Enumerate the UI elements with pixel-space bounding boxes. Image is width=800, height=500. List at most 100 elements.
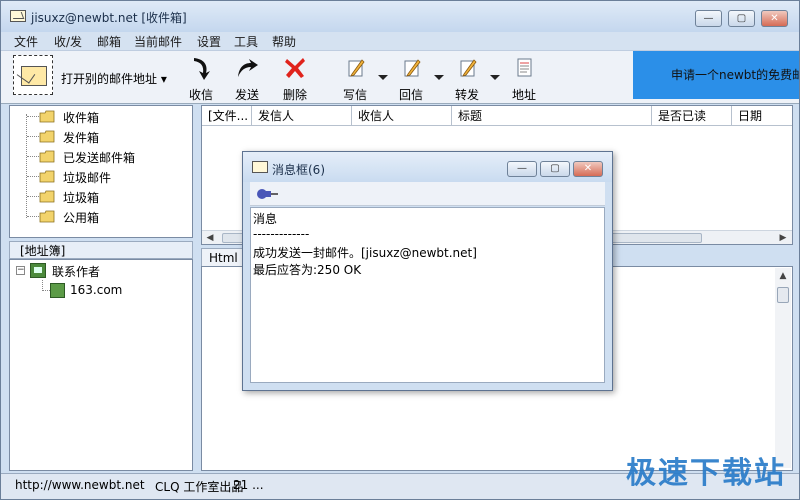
- folder-inbox[interactable]: 收件箱: [18, 108, 168, 126]
- delete-x-icon: [285, 58, 305, 78]
- scroll-thumb[interactable]: [777, 287, 789, 303]
- menu-current-mail[interactable]: 当前邮件: [134, 33, 182, 50]
- message-dialog: 消息框(6) — ▢ ✕ 消息 ------------- 成功发送一封邮件。[…: [242, 151, 613, 391]
- dialog-line: 消息: [253, 212, 278, 226]
- dialog-title-bar: 消息框(6) — ▢ ✕: [243, 152, 612, 182]
- column-folder[interactable]: [文件...: [202, 106, 252, 126]
- address-button[interactable]: 地址: [504, 55, 544, 102]
- column-recipient[interactable]: 收信人: [352, 106, 452, 126]
- send-arrow-icon: [238, 59, 258, 77]
- dialog-mail-icon: [252, 161, 268, 173]
- dialog-line: 成功发送一封邮件。[jisuxz@newbt.net]: [253, 246, 477, 260]
- dialog-title: 消息框(6): [272, 163, 325, 177]
- reply-pencil-icon: [404, 59, 421, 77]
- delete-label: 删除: [282, 88, 307, 102]
- toolbar: 打开别的邮件地址 ▾ 收信 发送 删除 写信 回信 转发 地址 申请一个newb…: [1, 50, 799, 104]
- tree-branch: [42, 290, 50, 291]
- open-address-envelope-icon[interactable]: [13, 55, 53, 95]
- title-bar: jisuxz@newbt.net [收件箱] — ▢ ✕: [1, 1, 799, 32]
- scroll-right-arrow-icon[interactable]: ▶: [777, 232, 789, 244]
- forward-pencil-icon: [460, 59, 477, 77]
- contact-group-icon: [30, 263, 46, 278]
- status-url: http://www.newbt.net: [15, 478, 145, 492]
- address-book-icon: [517, 58, 532, 77]
- scroll-left-arrow-icon[interactable]: ◀: [204, 232, 216, 244]
- tree-branch: [27, 216, 39, 217]
- folder-icon: [39, 190, 55, 203]
- receive-button[interactable]: 收信: [181, 55, 221, 102]
- folder-icon: [39, 170, 55, 183]
- column-subject[interactable]: 标题: [452, 106, 652, 126]
- minimize-button[interactable]: —: [695, 10, 722, 27]
- folder-icon: [39, 210, 55, 223]
- compose-dropdown-arrow-icon[interactable]: [378, 75, 388, 80]
- reply-button[interactable]: 回信: [391, 55, 431, 102]
- status-studio: CLQ 工作室出品: [155, 480, 244, 494]
- delete-button[interactable]: 删除: [275, 55, 315, 102]
- scroll-up-arrow-icon[interactable]: ▲: [777, 271, 789, 281]
- tree-branch: [27, 196, 39, 197]
- dialog-close-button[interactable]: ✕: [573, 161, 603, 177]
- tree-branch: [27, 116, 39, 117]
- close-button[interactable]: ✕: [761, 10, 788, 27]
- folder-label: 收件箱: [63, 111, 100, 125]
- folder-icon: [39, 110, 55, 123]
- address-book-tree: − 联系作者 163.com: [9, 259, 193, 471]
- compose-button[interactable]: 写信: [335, 55, 375, 102]
- menu-mailbox[interactable]: 邮箱: [97, 33, 121, 50]
- collapse-toggle-icon[interactable]: −: [16, 266, 25, 275]
- menu-bar: 文件 收/发 邮箱 当前邮件 设置 工具 帮助: [1, 32, 799, 50]
- reply-dropdown-arrow-icon[interactable]: [434, 75, 444, 80]
- forward-dropdown-arrow-icon[interactable]: [490, 75, 500, 80]
- menu-tools[interactable]: 工具: [234, 33, 258, 50]
- folder-icon: [39, 150, 55, 163]
- folder-label: 垃圾邮件: [63, 171, 112, 185]
- promo-banner[interactable]: 申请一个newbt的免费邮: [633, 51, 799, 99]
- folder-public[interactable]: 公用箱: [18, 208, 168, 226]
- tree-branch: [27, 136, 39, 137]
- dialog-minimize-button[interactable]: —: [507, 161, 537, 177]
- folder-junk-mail[interactable]: 垃圾邮件: [18, 168, 168, 186]
- window-title: jisuxz@newbt.net [收件箱]: [31, 11, 187, 25]
- receive-label: 收信: [188, 88, 213, 102]
- dialog-toolbar: [250, 182, 605, 206]
- column-date[interactable]: 日期: [732, 106, 792, 126]
- column-sender[interactable]: 发信人: [252, 106, 352, 126]
- reply-label: 回信: [398, 88, 423, 102]
- column-read-status[interactable]: 是否已读: [652, 106, 732, 126]
- tree-branch: [27, 156, 39, 157]
- folder-label: 垃圾箱: [63, 191, 100, 205]
- dialog-line: -------------: [253, 227, 310, 241]
- send-button[interactable]: 发送: [227, 55, 267, 102]
- menu-help[interactable]: 帮助: [272, 33, 296, 50]
- folder-label: 公用箱: [63, 211, 100, 225]
- dialog-message-body: 消息 ------------- 成功发送一封邮件。[jisuxz@newbt.…: [250, 207, 605, 383]
- vertical-scrollbar[interactable]: ▲: [775, 268, 791, 468]
- open-address-label: 打开别的邮件地址: [61, 72, 158, 86]
- open-address-button[interactable]: 打开别的邮件地址 ▾: [61, 70, 167, 87]
- folder-sent[interactable]: 已发送邮件箱: [18, 148, 168, 166]
- compose-pencil-icon: [348, 59, 365, 77]
- maximize-button[interactable]: ▢: [728, 10, 755, 27]
- receive-arrow-icon: [194, 58, 210, 80]
- folder-outbox[interactable]: 发件箱: [18, 128, 168, 146]
- menu-send-receive[interactable]: 收/发: [54, 33, 82, 50]
- folder-tree: 收件箱 发件箱 已发送邮件箱 垃圾邮件 垃圾箱 公用箱: [9, 105, 193, 238]
- forward-button[interactable]: 转发: [447, 55, 487, 102]
- contact-group-label[interactable]: 联系作者: [52, 263, 100, 280]
- address-book-header[interactable]: [地址簿]: [9, 241, 193, 259]
- status-count: 21 ...: [233, 478, 264, 492]
- watermark-logo: 极速下载站: [626, 456, 786, 491]
- folder-label: 已发送邮件箱: [63, 151, 136, 165]
- pin-icon[interactable]: [256, 188, 278, 200]
- dialog-line: 最后应答为:250 OK: [253, 263, 362, 277]
- mail-app-icon: [10, 10, 26, 22]
- menu-file[interactable]: 文件: [14, 33, 38, 50]
- address-label: 地址: [511, 88, 536, 102]
- contact-icon: [50, 283, 65, 298]
- compose-label: 写信: [342, 88, 367, 102]
- menu-settings[interactable]: 设置: [197, 33, 221, 50]
- folder-trash[interactable]: 垃圾箱: [18, 188, 168, 206]
- contact-item[interactable]: 163.com: [70, 283, 122, 297]
- dialog-maximize-button[interactable]: ▢: [540, 161, 570, 177]
